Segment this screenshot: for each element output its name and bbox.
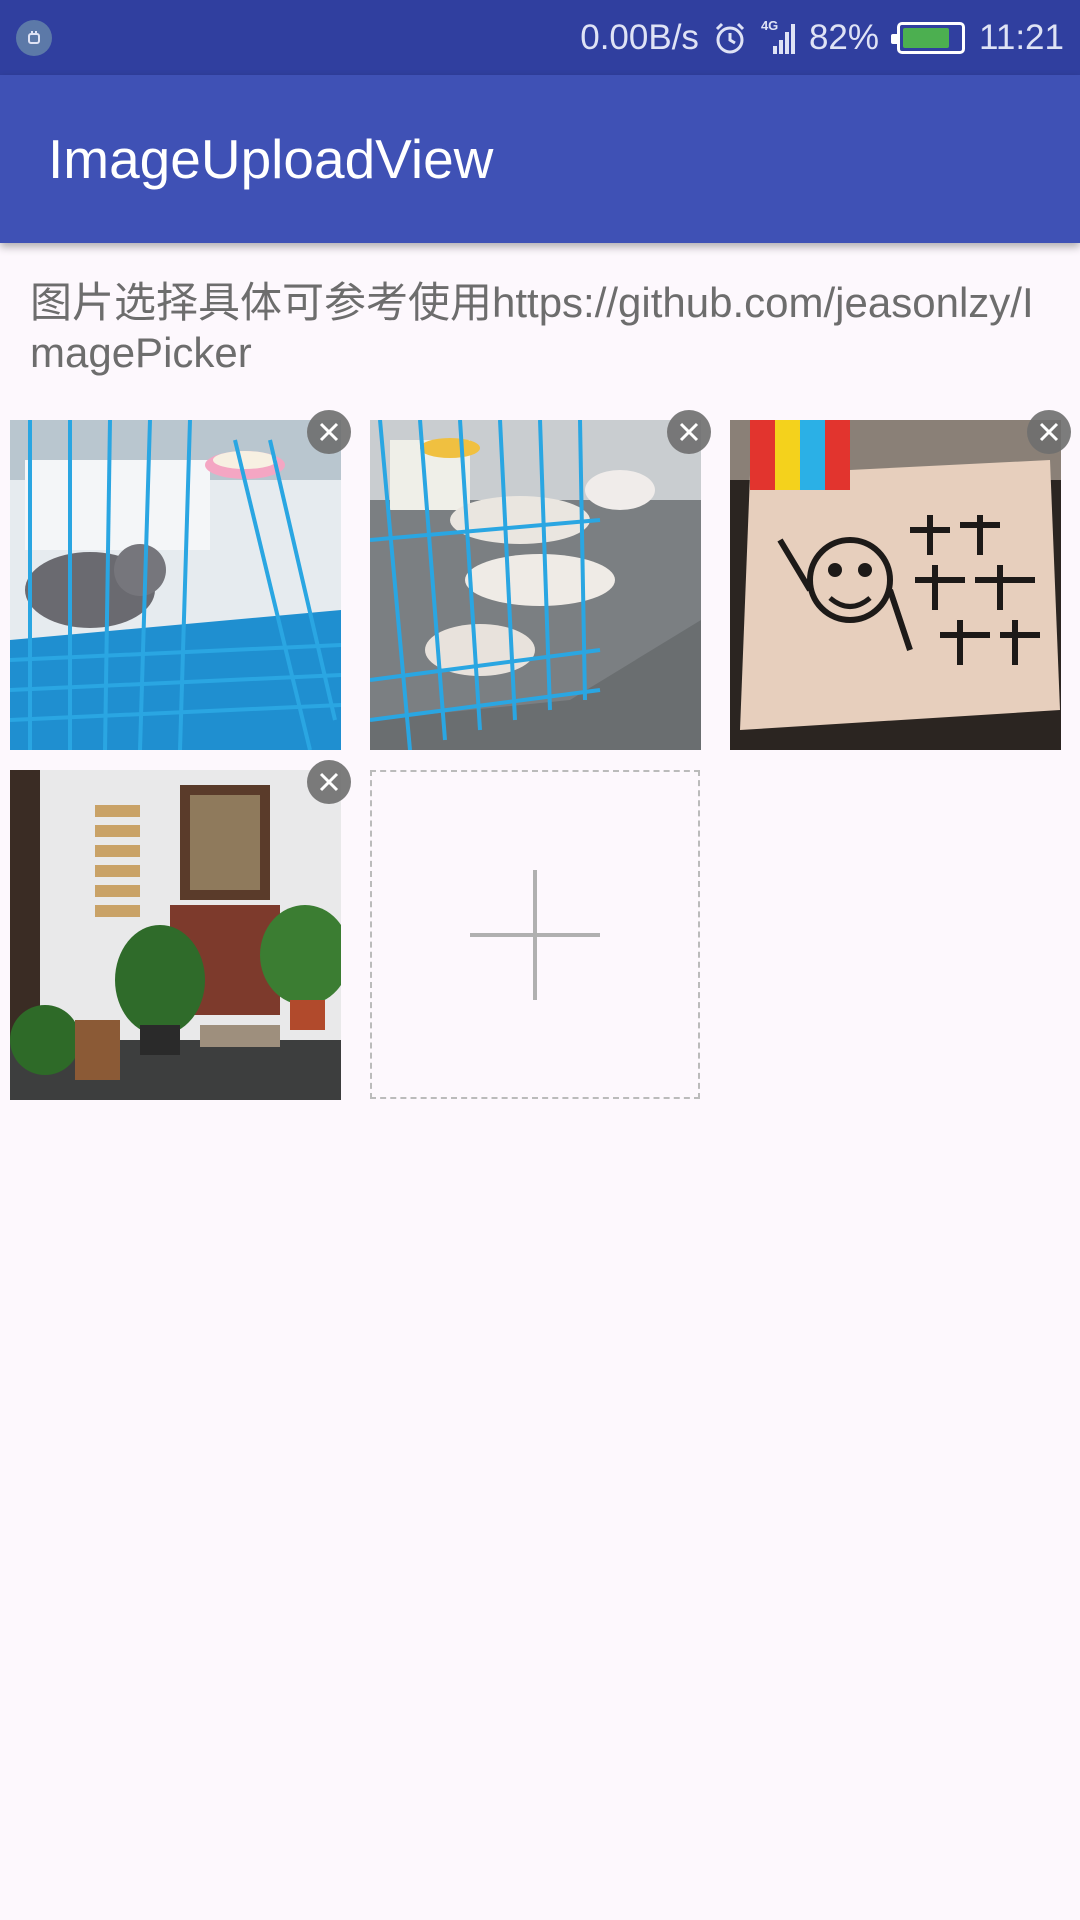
app-title: ImageUploadView [48, 128, 494, 190]
net-speed: 0.00B/s [580, 17, 699, 57]
battery-level-fill [903, 27, 949, 48]
cats-in-cage-photo [370, 420, 701, 750]
image-item[interactable] [10, 410, 351, 750]
battery-icon [891, 21, 965, 54]
alarm-icon [713, 21, 747, 55]
close-icon [679, 422, 699, 442]
description-text: 图片选择具体可参考使用https://github.com/jeasonlzy/… [30, 279, 1034, 376]
close-icon [1039, 422, 1059, 442]
app-bar: ImageUploadView [0, 75, 1080, 243]
status-bar: 0.00B/s 4G 82% 11:21 [0, 0, 1080, 75]
plus-icon [470, 869, 600, 1000]
battery-percent: 82% [808, 17, 879, 57]
remove-image-button[interactable] [307, 410, 351, 454]
window-plants-photo [10, 770, 341, 1100]
close-icon [319, 422, 339, 442]
image-item[interactable] [10, 760, 351, 1100]
image-item[interactable] [370, 410, 711, 750]
remove-image-button[interactable] [307, 760, 351, 804]
notification-icon [16, 19, 52, 56]
remove-image-button[interactable] [667, 410, 711, 454]
remove-image-button[interactable] [1027, 410, 1071, 454]
image-item[interactable] [730, 410, 1071, 750]
close-icon [319, 772, 339, 792]
kitten-cage-photo [10, 420, 341, 750]
add-image-button[interactable] [370, 770, 700, 1099]
sign-board-photo [730, 420, 1061, 750]
clock: 11:21 [979, 17, 1064, 57]
signal-icon: 4G [761, 18, 795, 56]
